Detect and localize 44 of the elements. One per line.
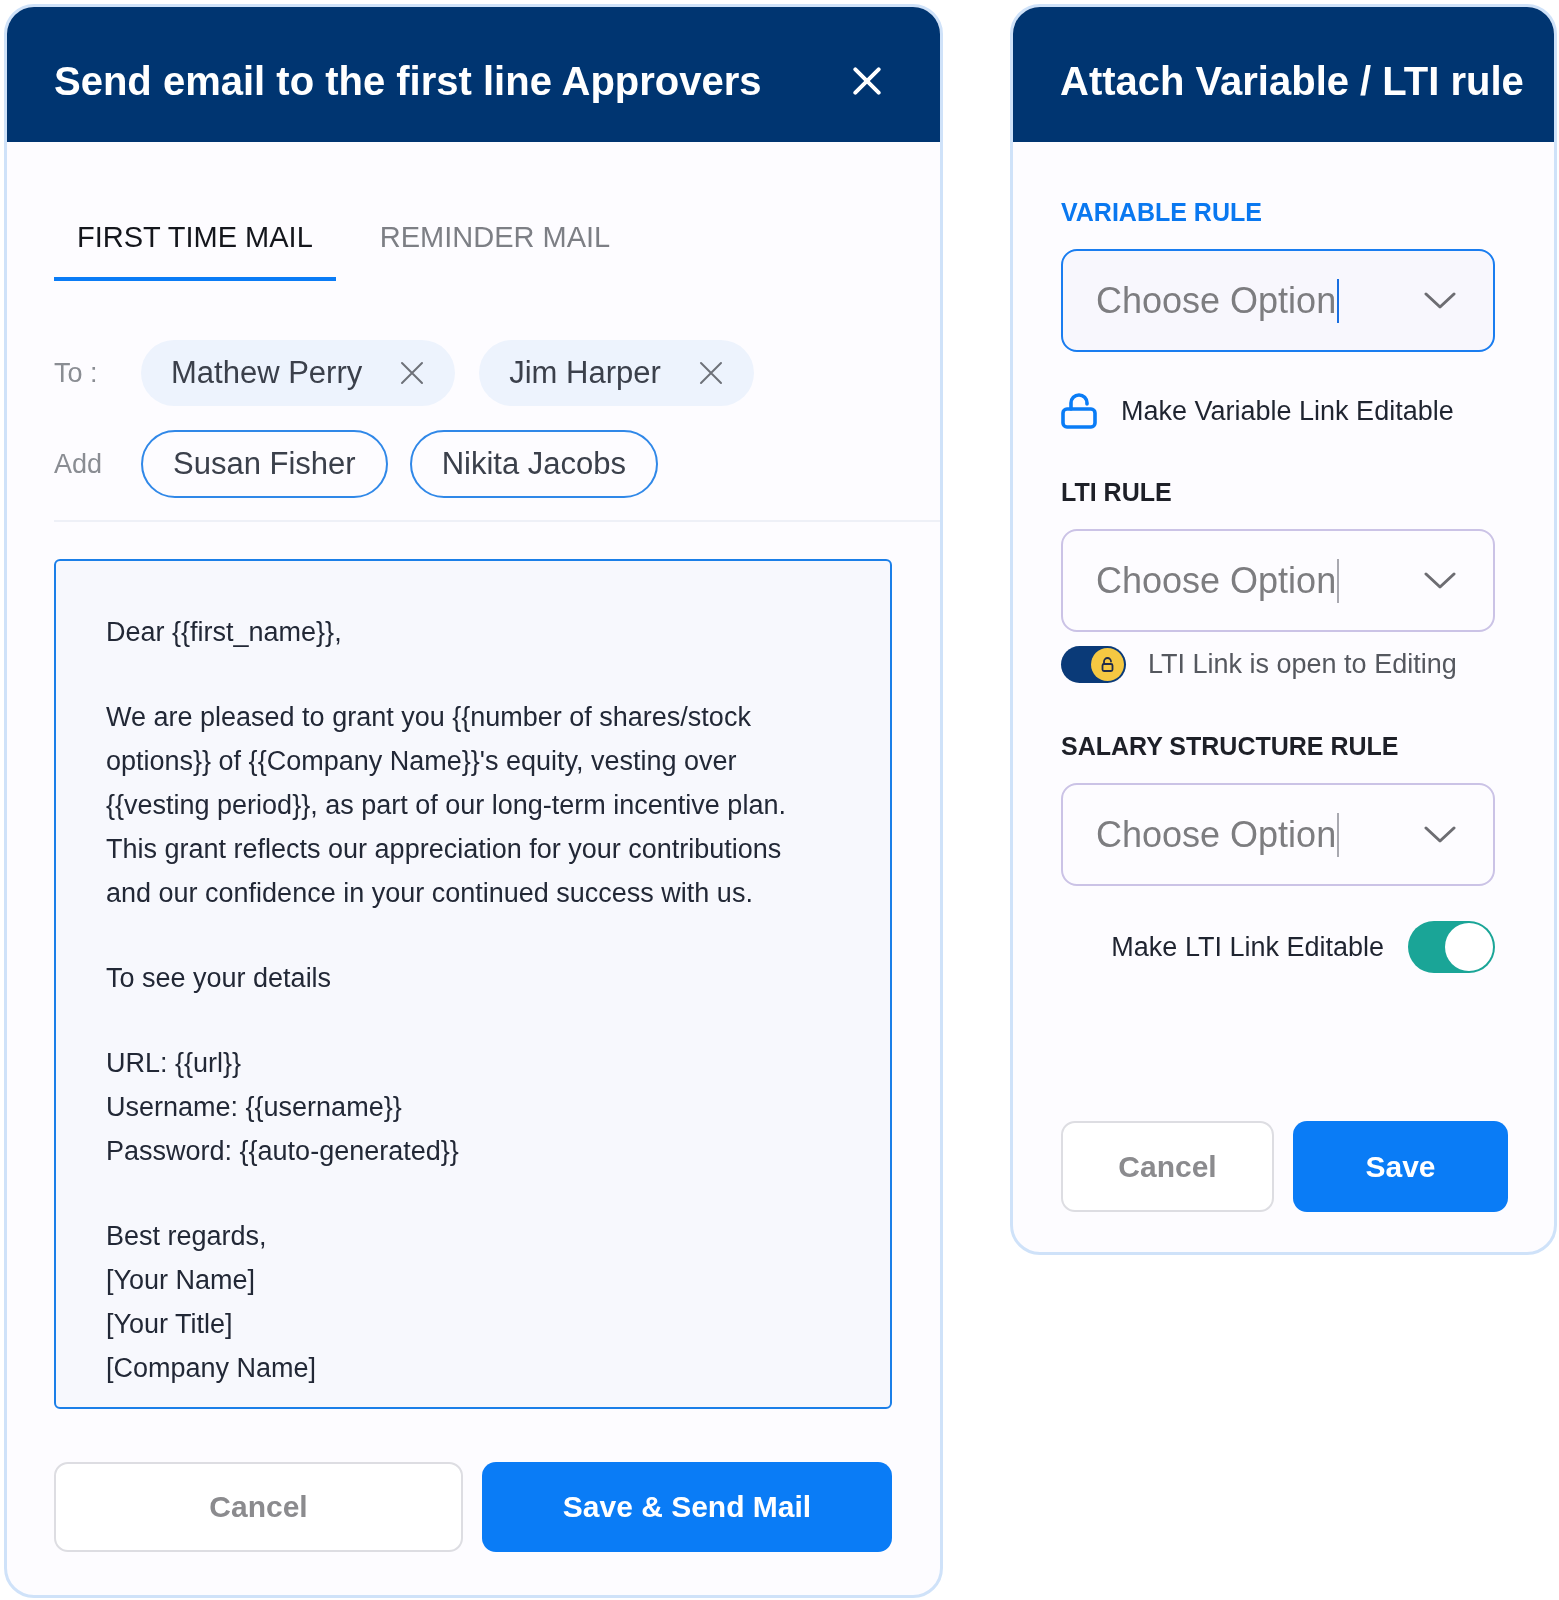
remove-icon[interactable] [400,361,425,385]
recipient-name: Mathew Perry [171,355,363,391]
section-label: SALARY STRUCTURE RULE [1061,731,1400,761]
cancel-button[interactable]: Cancel [54,1462,463,1552]
close-icon [853,66,881,95]
tab[interactable]: REMINDER MAIL [356,220,634,281]
cancel-button[interactable]: Cancel [1061,1121,1274,1212]
recipient-name: Jim Harper [509,355,661,391]
section-label: VARIABLE RULE [1061,197,1263,227]
email-paragraph: URL: {{url}} Username: {{username}} Password: {{auto-generated}} [106,1047,460,1168]
toggle-switch[interactable] [1061,646,1126,683]
dialog-title: Send email to the first line Approvers [54,57,762,105]
close-button[interactable] [853,66,881,95]
switch-knob [1445,923,1493,971]
option-select[interactable]: Choose Option [1061,249,1495,352]
field-label: To : [54,357,99,389]
remove-icon[interactable] [698,361,723,385]
suggestion-chip[interactable]: Nikita Jacobs [409,430,658,498]
text-cursor-icon [1337,278,1340,323]
option-label: LTI Link is open to Editing [1148,649,1457,680]
chevron-down-icon [1424,826,1456,843]
open-padlock-icon[interactable] [1061,393,1097,429]
send-button[interactable]: Save & Send Mail [482,1462,892,1552]
section-label: LTI RULE [1061,477,1173,507]
text-cursor-icon [1337,558,1340,603]
text-cursor-icon [1337,812,1340,857]
option-select[interactable]: Choose Option [1061,783,1495,886]
dialog-title: Attach Variable / LTI rule [1060,57,1524,105]
save-button[interactable]: Save [1293,1121,1508,1212]
padlock-knob-icon [1091,648,1124,681]
email-paragraph: We are pleased to grant you {{number of shares/stock options}} of {{Company Name}}'s equity, vesting over {{vesting period}}, as part of our long-term incentive plan. This grant reflects our appreciation for your contributions and our confidence in your continued success with us. [106,701,787,910]
tab[interactable]: FIRST TIME MAIL [54,220,336,281]
email-body-field[interactable] [54,559,892,1409]
email-paragraph: Dear {{first_name}}, [106,616,343,649]
chevron-down-icon [1424,292,1456,309]
option-label: Make Variable Link Editable [1121,395,1454,427]
chevron-down-icon [1424,572,1456,589]
suggestion-chip[interactable]: Susan Fisher [141,430,388,498]
email-paragraph: Best regards, [Your Name] [Your Title] [Company Name] [106,1220,318,1385]
option-label: Make LTI Link Editable [1111,931,1384,963]
email-paragraph: To see your details [106,962,333,995]
field-label: Add [54,448,104,480]
option-select[interactable]: Choose Option [1061,529,1495,632]
toggle-switch[interactable] [1408,921,1495,973]
